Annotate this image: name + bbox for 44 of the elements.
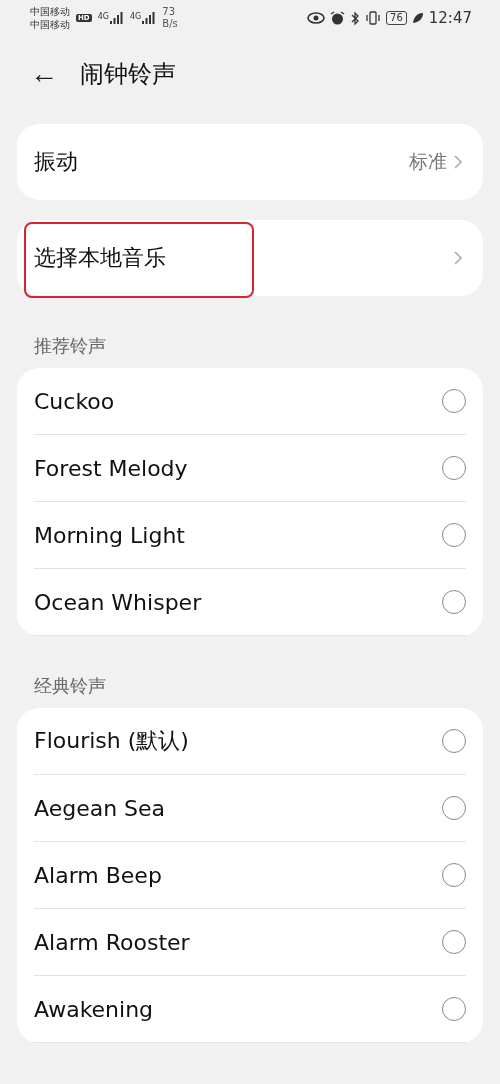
ringtone-name: Flourish (默认) — [34, 727, 189, 755]
ringtone-name: Alarm Beep — [34, 862, 162, 888]
speed-unit: B/s — [162, 18, 178, 30]
clock-time: 12:47 — [428, 9, 472, 27]
page-title: 闹钟铃声 — [80, 59, 176, 90]
setting-value: 标准 — [409, 149, 447, 174]
settings-row[interactable]: 振动 标准 — [17, 124, 483, 200]
section-title: 推荐铃声 — [33, 334, 107, 358]
leaf-icon — [411, 12, 424, 24]
ringtone-row[interactable]: Awakening — [34, 976, 466, 1043]
ringtone-row[interactable]: Alarm Rooster — [34, 909, 466, 976]
carrier-name: 中国移动 — [30, 5, 70, 18]
ringtone-row[interactable]: Flourish (默认) — [34, 708, 466, 775]
ringtone-name: Forest Melody — [34, 455, 188, 481]
ringtone-name: Awakening — [34, 996, 154, 1022]
ringtone-name: Cuckoo — [34, 388, 115, 414]
ringtone-row[interactable]: Alarm Beep — [34, 842, 466, 909]
ringtone-row[interactable]: Forest Melody — [34, 435, 466, 502]
setting-label: 选择本地音乐 — [34, 244, 166, 272]
signal-icon — [109, 12, 124, 24]
section-title: 经典铃声 — [33, 674, 107, 698]
carrier-name: 中国移动 — [30, 18, 70, 31]
setting-label: 振动 — [34, 148, 78, 176]
bluetooth-icon — [350, 10, 361, 26]
eye-icon — [307, 12, 326, 24]
battery-level: 76 — [386, 11, 407, 25]
ringtone-row[interactable]: Ocean Whisper — [34, 569, 466, 636]
ringtone-row[interactable]: Cuckoo — [34, 368, 466, 435]
ringtone-name: Alarm Rooster — [34, 929, 190, 955]
ringtone-name: Aegean Sea — [34, 795, 166, 821]
ringtone-row[interactable]: Aegean Sea — [34, 775, 466, 842]
ringtone-name: Morning Light — [34, 522, 185, 548]
network-type: 4G — [129, 12, 142, 21]
network-type: 4G — [97, 12, 109, 21]
chevron-icon — [453, 154, 463, 170]
vibrate-icon — [365, 11, 382, 25]
signal-icon — [142, 12, 157, 24]
alarm-icon — [330, 10, 346, 26]
settings-row[interactable]: 选择本地音乐 — [17, 220, 483, 296]
ringtone-name: Ocean Whisper — [34, 589, 202, 615]
chevron-icon — [453, 250, 463, 266]
ringtone-row[interactable]: Morning Light — [34, 502, 466, 569]
back-button[interactable]: ← — [30, 60, 58, 88]
network-speed: 73 — [162, 6, 176, 18]
